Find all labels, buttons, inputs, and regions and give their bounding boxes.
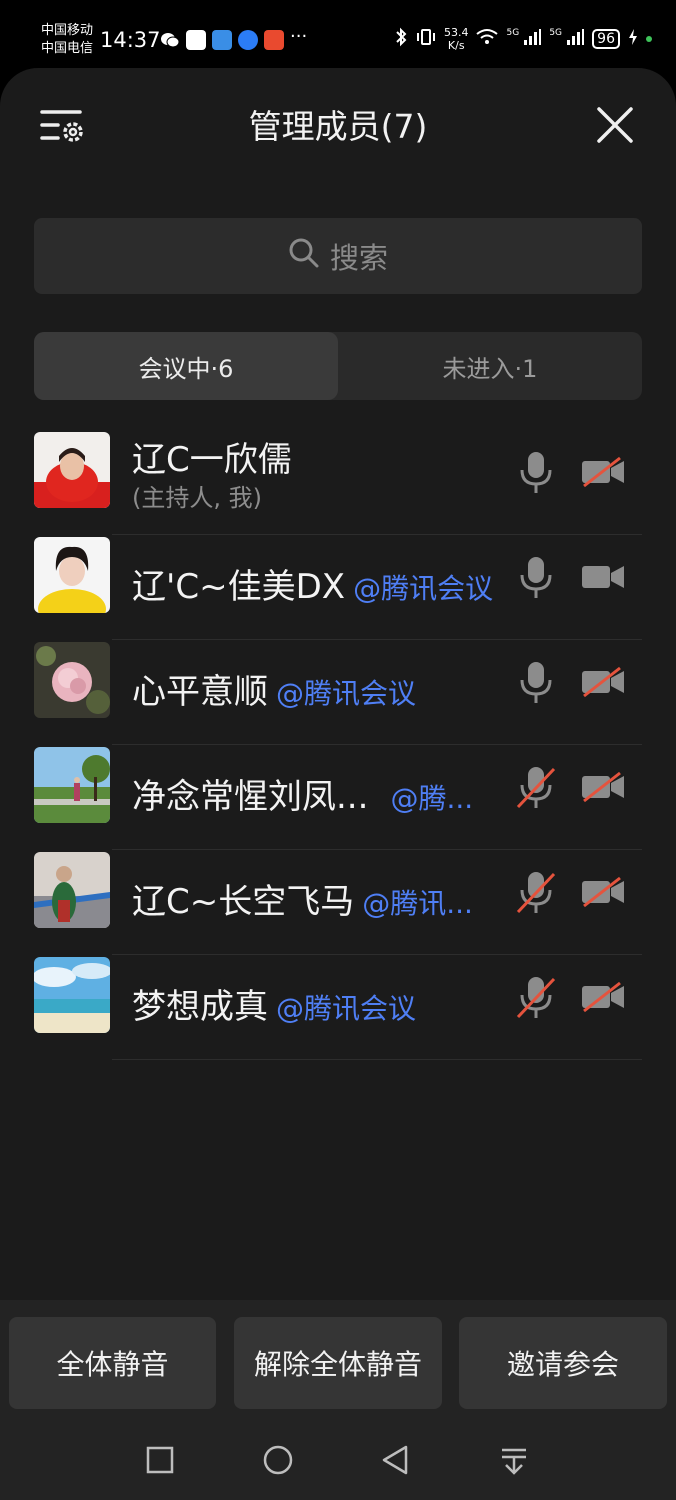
app-notification-icon — [186, 30, 206, 50]
signal-icon: 5G — [506, 28, 542, 50]
tab-in-meeting[interactable]: 会议中·6 — [34, 332, 338, 400]
manage-members-panel: 管理成员(7) 搜索 会议中·6 未进入·1 辽C一欣儒 (主持人, 我) 辽'… — [0, 68, 676, 1500]
carrier-info: 中国移动 中国电信 — [41, 22, 93, 58]
charging-icon — [628, 28, 638, 50]
member-name: 梦想成真 @腾讯会议 — [132, 987, 417, 1027]
microphone-off-icon[interactable] — [514, 870, 558, 916]
avatar — [34, 642, 110, 718]
member-row[interactable]: 辽C一欣儒 (主持人, 我) — [0, 430, 676, 535]
mute-all-button[interactable]: 全体静音 — [9, 1317, 216, 1409]
privacy-indicator-dot — [646, 36, 652, 42]
camera-off-icon[interactable] — [580, 876, 626, 908]
page-title: 管理成员(7) — [248, 107, 428, 146]
action-bar: 全体静音 解除全体静音 邀请参会 — [0, 1300, 676, 1422]
search-placeholder: 搜索 — [329, 241, 388, 275]
member-tag: @腾讯... — [362, 887, 473, 920]
camera-icon[interactable] — [580, 561, 626, 593]
clock: 14:37 — [100, 28, 161, 52]
avatar — [34, 957, 110, 1033]
bluetooth-icon — [394, 27, 408, 51]
app-notification-icon — [212, 30, 232, 50]
member-row[interactable]: 净念常惺刘凤... @腾... — [0, 745, 676, 850]
microphone-off-icon[interactable] — [514, 765, 558, 811]
system-indicators: 53.4 K/s 5G 5G 96 — [394, 26, 652, 52]
status-bar: 中国移动 中国电信 14:37 ··· 53.4 K/s 5G 5G 96 — [0, 0, 676, 70]
vibrate-icon — [416, 27, 436, 51]
microphone-icon[interactable] — [514, 660, 558, 706]
camera-off-icon[interactable] — [580, 771, 626, 803]
camera-off-icon[interactable] — [580, 981, 626, 1013]
notification-pulldown-icon[interactable] — [496, 1442, 532, 1478]
app-notification-icon — [264, 30, 284, 50]
member-tag: @腾讯会议 — [353, 572, 494, 605]
search-input[interactable]: 搜索 — [34, 218, 642, 294]
member-tag: @腾... — [390, 782, 474, 815]
camera-off-icon[interactable] — [580, 456, 626, 488]
avatar — [34, 432, 110, 508]
wifi-icon — [476, 28, 499, 50]
notification-icons — [160, 30, 284, 50]
member-name: 净念常惺刘凤... @腾... — [132, 777, 474, 817]
unmute-all-button[interactable]: 解除全体静音 — [234, 1317, 442, 1409]
recent-apps-icon[interactable] — [142, 1442, 178, 1478]
member-name: 辽C一欣儒 — [132, 440, 292, 480]
member-list: 辽C一欣儒 (主持人, 我) 辽'C~佳美DX @腾讯会议 心平意顺 @腾讯会议… — [0, 430, 676, 1060]
microphone-icon[interactable] — [514, 555, 558, 601]
member-tag: @腾讯会议 — [276, 992, 417, 1025]
avatar — [34, 537, 110, 613]
carrier-1: 中国移动 — [41, 23, 94, 38]
back-icon[interactable] — [378, 1442, 414, 1478]
member-row[interactable]: 梦想成真 @腾讯会议 — [0, 955, 676, 1060]
microphone-off-icon[interactable] — [514, 975, 558, 1021]
member-row[interactable]: 辽'C~佳美DX @腾讯会议 — [0, 535, 676, 640]
home-icon[interactable] — [260, 1442, 296, 1478]
member-tabs: 会议中·6 未进入·1 — [34, 332, 642, 400]
member-name: 心平意顺 @腾讯会议 — [132, 672, 417, 712]
signal-icon: 5G — [549, 28, 585, 50]
member-row[interactable]: 辽C~长空飞马 @腾讯... — [0, 850, 676, 955]
microphone-icon[interactable] — [514, 450, 558, 496]
member-row[interactable]: 心平意顺 @腾讯会议 — [0, 640, 676, 745]
network-speed: 53.4 K/s — [443, 26, 469, 52]
member-role: (主持人, 我) — [132, 484, 262, 512]
more-notifications-icon: ··· — [290, 26, 308, 47]
member-name: 辽'C~佳美DX @腾讯会议 — [132, 567, 494, 607]
member-tag: @腾讯会议 — [276, 677, 417, 710]
tab-not-joined[interactable]: 未进入·1 — [338, 332, 642, 400]
app-notification-icon — [238, 30, 258, 50]
row-divider — [112, 1059, 642, 1060]
wechat-icon — [160, 30, 180, 50]
search-icon — [288, 237, 320, 276]
battery-indicator: 96 — [592, 29, 620, 49]
carrier-2: 中国电信 — [41, 41, 94, 56]
member-name: 辽C~长空飞马 @腾讯... — [132, 882, 473, 922]
system-nav-bar — [0, 1422, 676, 1500]
close-icon[interactable] — [596, 106, 634, 144]
avatar — [34, 747, 110, 823]
camera-off-icon[interactable] — [580, 666, 626, 698]
invite-button[interactable]: 邀请参会 — [459, 1317, 667, 1409]
avatar — [34, 852, 110, 928]
